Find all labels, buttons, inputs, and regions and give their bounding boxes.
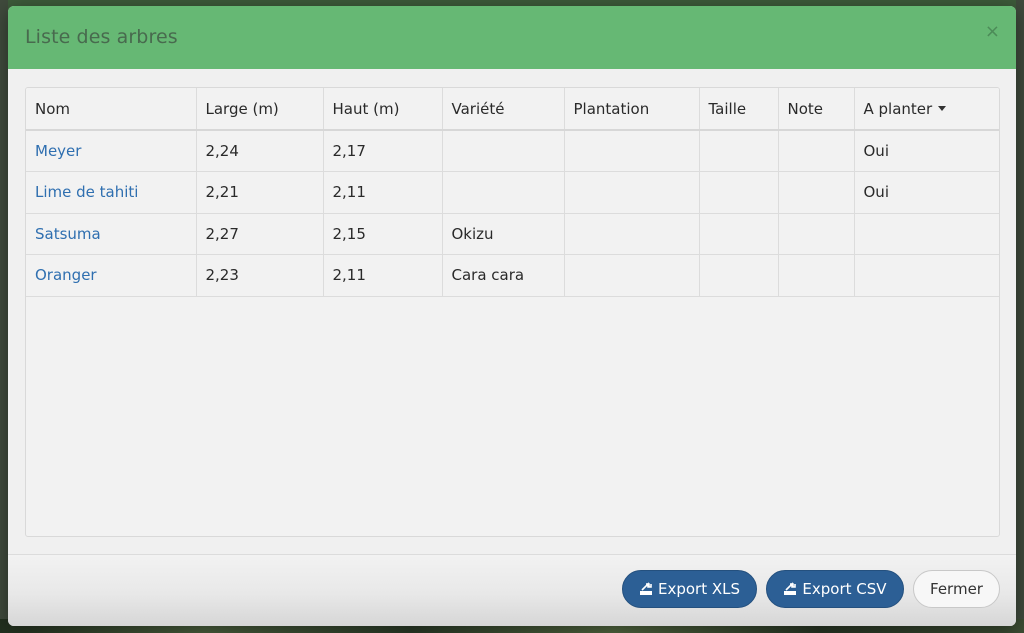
table-row: Lime de tahiti 2,21 2,11 Oui bbox=[26, 171, 999, 214]
close-button[interactable]: Fermer bbox=[913, 570, 1000, 608]
caret-down-icon bbox=[938, 105, 947, 111]
tree-name-link[interactable]: Meyer bbox=[26, 130, 197, 172]
background-left bbox=[0, 0, 8, 633]
table-cell bbox=[778, 213, 855, 255]
table-cell: 2,27 bbox=[196, 213, 324, 255]
table-cell bbox=[699, 171, 779, 214]
table-row: Meyer 2,24 2,17 Oui bbox=[26, 130, 999, 172]
table-cell bbox=[442, 171, 565, 214]
column-header-label: Haut (m) bbox=[332, 99, 400, 118]
trees-list-dialog: Liste des arbres × Nom Large (m) Haut (m) V… bbox=[8, 6, 1016, 626]
table-cell bbox=[564, 213, 700, 255]
table-cell: 2,11 bbox=[323, 171, 443, 214]
column-header-label: Taille bbox=[708, 99, 747, 118]
trees-table-panel: Nom Large (m) Haut (m) Variété Plantation Tai… bbox=[25, 87, 1000, 537]
table-cell bbox=[778, 130, 855, 172]
table-cell: 2,24 bbox=[196, 130, 324, 172]
table-cell bbox=[778, 171, 855, 214]
dialog-footer: Export XLS Export CSV Fermer bbox=[8, 555, 1016, 626]
table-cell bbox=[854, 213, 999, 255]
column-header-label: Nom bbox=[35, 99, 71, 118]
table-cell bbox=[442, 130, 565, 172]
export-xls-label: Export XLS bbox=[657, 580, 741, 598]
column-header[interactable]: Variété bbox=[442, 88, 565, 131]
column-header-label: Plantation bbox=[573, 99, 650, 118]
column-header[interactable]: Nom bbox=[26, 88, 197, 131]
dialog-body: Nom Large (m) Haut (m) Variété Plantation Tai… bbox=[8, 69, 1016, 555]
column-header-label: Note bbox=[787, 99, 824, 118]
export-icon bbox=[639, 582, 652, 595]
column-header[interactable]: Plantation bbox=[564, 88, 700, 131]
table-cell bbox=[699, 213, 779, 255]
table-cell: 2,23 bbox=[196, 254, 324, 297]
close-button-label: Fermer bbox=[930, 580, 983, 598]
dialog-header: Liste des arbres × bbox=[8, 6, 1016, 69]
table-cell: Okizu bbox=[442, 213, 565, 255]
table-cell: 2,21 bbox=[196, 171, 324, 214]
table-cell bbox=[564, 130, 700, 172]
column-header-label: Variété bbox=[451, 99, 505, 118]
table-row: Satsuma 2,27 2,15 Okizu bbox=[26, 213, 999, 255]
column-header-label: A planter bbox=[863, 99, 933, 118]
background-right bbox=[1016, 0, 1024, 633]
column-header[interactable]: Haut (m) bbox=[323, 88, 443, 131]
column-header-label: Large (m) bbox=[205, 99, 279, 118]
table-cell: 2,11 bbox=[323, 254, 443, 297]
column-header[interactable]: Large (m) bbox=[196, 88, 324, 131]
export-icon bbox=[784, 582, 797, 595]
table-row: Oranger 2,23 2,11 Cara cara bbox=[26, 254, 999, 297]
table-cell bbox=[778, 254, 855, 297]
close-icon[interactable]: × bbox=[985, 22, 1000, 42]
column-header[interactable]: A planter bbox=[854, 88, 999, 131]
export-csv-label: Export CSV bbox=[802, 580, 887, 598]
table-body: Meyer 2,24 2,17 Oui Lime de tahiti 2,21 2,11 Ou… bbox=[26, 130, 999, 297]
table-cell bbox=[854, 254, 999, 297]
table-cell: Oui bbox=[854, 130, 999, 172]
column-header[interactable]: Taille bbox=[699, 88, 779, 131]
table-cell bbox=[564, 254, 700, 297]
table-cell: 2,15 bbox=[323, 213, 443, 255]
table-cell: 2,17 bbox=[323, 130, 443, 172]
dialog-title: Liste des arbres bbox=[25, 26, 178, 48]
export-csv-button[interactable]: Export CSV bbox=[766, 570, 904, 608]
table-cell bbox=[699, 254, 779, 297]
trees-table: Nom Large (m) Haut (m) Variété Plantation Tai… bbox=[26, 88, 999, 297]
tree-name-link[interactable]: Satsuma bbox=[26, 213, 197, 255]
column-header[interactable]: Note bbox=[778, 88, 855, 131]
table-cell: Oui bbox=[854, 171, 999, 214]
tree-name-link[interactable]: Lime de tahiti bbox=[26, 171, 197, 214]
export-xls-button[interactable]: Export XLS bbox=[622, 570, 757, 608]
table-cell: Cara cara bbox=[442, 254, 565, 297]
tree-name-link[interactable]: Oranger bbox=[26, 254, 197, 297]
table-cell bbox=[699, 130, 779, 172]
table-cell bbox=[564, 171, 700, 214]
table-header-row: Nom Large (m) Haut (m) Variété Plantation Tai… bbox=[26, 88, 999, 131]
